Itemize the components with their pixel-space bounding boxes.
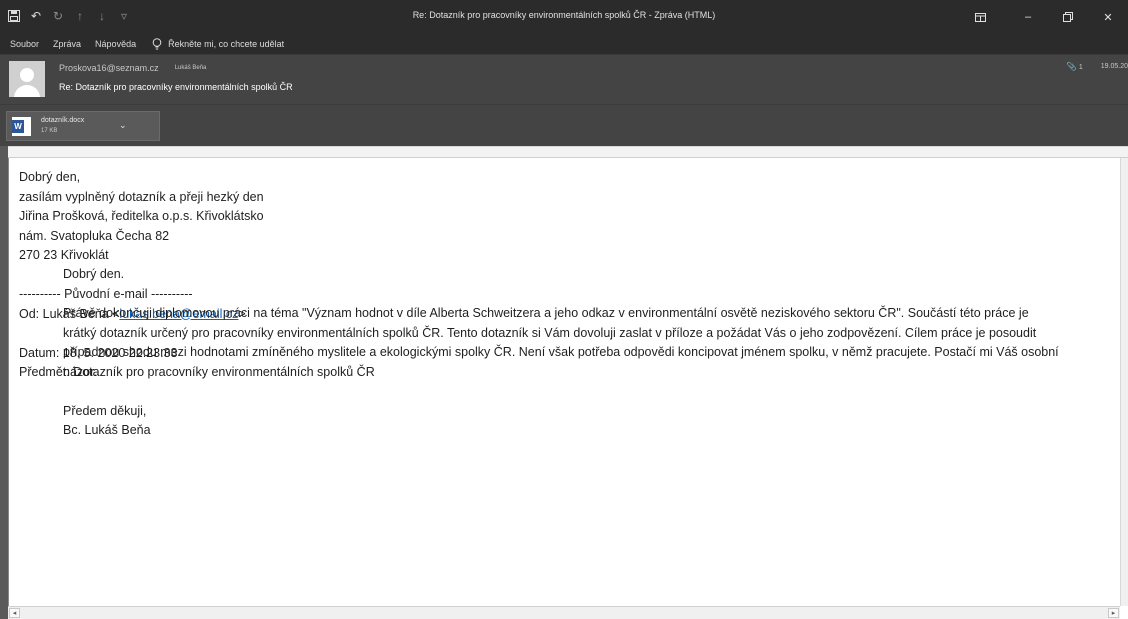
word-document-icon: W xyxy=(12,117,31,136)
tell-me-search[interactable]: Řekněte mi, co chcete udělat xyxy=(152,38,284,50)
attachment-size: 17 KB xyxy=(41,128,58,134)
horizontal-scrollbar[interactable]: ◂ ▸ xyxy=(8,606,1120,619)
scroll-left-icon[interactable]: ◂ xyxy=(9,608,20,618)
lightbulb-icon xyxy=(152,38,162,50)
message-date: 19.05.20 xyxy=(1100,63,1128,70)
body-line: 270 23 Křivoklát xyxy=(19,248,109,262)
attachment-bar: W dotazník.docx 17 KB ⌄ xyxy=(0,104,1128,146)
sender-line: Proskova16@seznam.cz Lukáš Beňa xyxy=(59,63,206,73)
message-subject: Re: Dotazník pro pracovníky environmentá… xyxy=(59,82,293,92)
avatar xyxy=(9,61,45,97)
tell-me-text: Řekněte mi, co chcete udělat xyxy=(168,39,285,49)
title-bar: ↶ ↻ ↑ ↓ ▿ Re: Dotazník pro pracovníky en… xyxy=(0,0,1128,34)
menu-item-soubor[interactable]: Soubor xyxy=(10,39,39,49)
ribbon-display-options-icon[interactable] xyxy=(952,0,1008,34)
vertical-scrollbar[interactable] xyxy=(1120,158,1128,606)
body-line: Dobrý den, xyxy=(19,170,81,184)
header-divider xyxy=(0,146,1128,158)
body-line: Jiřina Prošková, ředitelka o.p.s. Křivok… xyxy=(19,209,264,223)
body-line: nám. Svatopluka Čecha 82 xyxy=(19,228,170,243)
attachment-count: 📎 1 xyxy=(1066,62,1083,71)
message-header: Proskova16@seznam.cz Lukáš Beňa Re: Dota… xyxy=(0,54,1128,104)
menu-bar: Soubor Zpráva Nápověda Řekněte mi, co ch… xyxy=(0,34,1128,54)
sender-address[interactable]: Proskova16@seznam.cz xyxy=(59,63,159,73)
menu-item-napoveda[interactable]: Nápověda xyxy=(95,39,136,49)
close-icon[interactable]: ✕ xyxy=(1088,0,1128,34)
quote-greeting: Dobrý den. xyxy=(63,267,125,281)
header-meta: 📎 1 19.05.20 xyxy=(1067,62,1128,71)
minimize-icon[interactable]: – xyxy=(1008,0,1048,34)
quoted-message: Dobrý den. Právě dokončuji diplomovou pr… xyxy=(63,265,1063,441)
scroll-right-icon[interactable]: ▸ xyxy=(1108,608,1119,618)
recipient-name[interactable]: Lukáš Beňa xyxy=(175,65,207,71)
attachment-name: dotazník.docx xyxy=(41,117,85,124)
left-edge-bar xyxy=(0,146,8,619)
menu-item-zprava[interactable]: Zpráva xyxy=(53,39,81,49)
quote-paragraph: Právě dokončuji diplomovou práci na téma… xyxy=(63,306,1059,379)
restore-icon[interactable] xyxy=(1048,0,1088,34)
quote-thanks: Předem děkuji, xyxy=(63,403,147,418)
quote-signature: Bc. Lukáš Beňa xyxy=(63,423,151,437)
paperclip-icon: 📎 xyxy=(1066,62,1077,71)
body-line: zasílám vyplněný dotazník a přeji hezký … xyxy=(19,189,264,204)
chevron-down-icon[interactable]: ⌄ xyxy=(119,120,127,131)
window-controls: – ✕ xyxy=(952,0,1128,34)
attachment-item[interactable]: W dotazník.docx 17 KB ⌄ xyxy=(6,111,160,141)
